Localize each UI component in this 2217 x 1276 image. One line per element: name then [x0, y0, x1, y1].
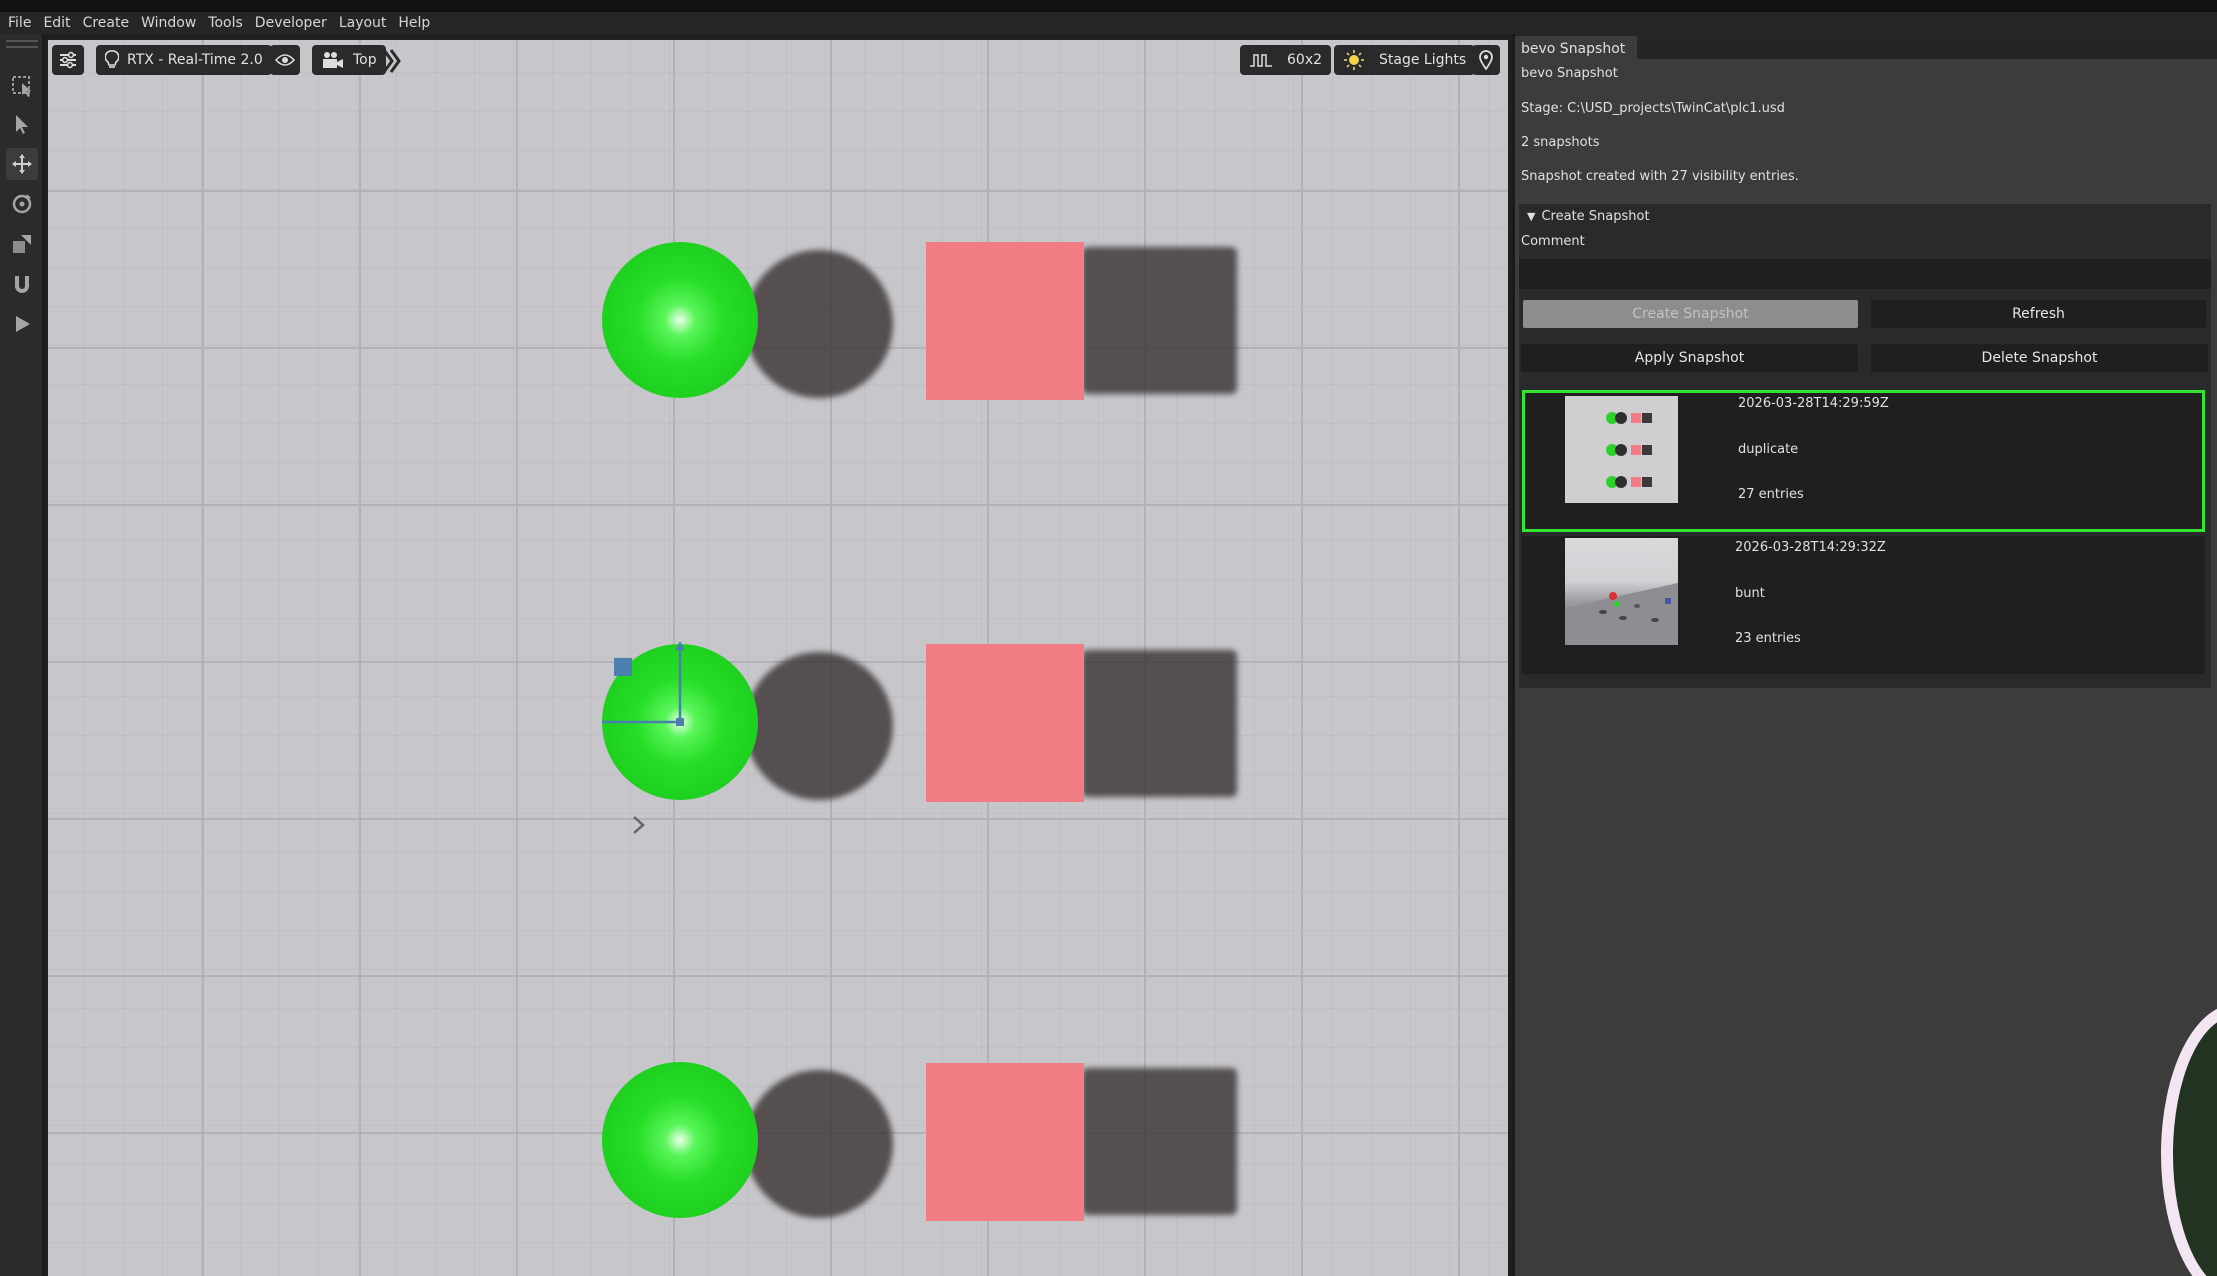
- snap-magnet-icon[interactable]: [6, 268, 38, 300]
- fps-label: 60x2: [1287, 52, 1323, 68]
- visibility-button[interactable]: [270, 45, 300, 75]
- triangle-down-icon: ▼: [1527, 210, 1536, 223]
- menu-help[interactable]: Help: [398, 15, 430, 31]
- tool-bar: [0, 34, 44, 1276]
- red-cube-3[interactable]: [926, 1063, 1084, 1221]
- lightbulb-icon: [105, 50, 119, 68]
- sliders-icon: [60, 51, 76, 69]
- snapshot-thumbnail-2: [1565, 538, 1678, 645]
- comment-label: Comment: [1521, 234, 1585, 249]
- create-snapshot-section: ▼ Create Snapshot Comment Create Snapshot…: [1519, 204, 2211, 688]
- create-snapshot-button[interactable]: Create Snapshot: [1523, 300, 1858, 328]
- renderer-button[interactable]: RTX - Real-Time 2.0: [96, 45, 272, 75]
- avatar: [2161, 1004, 2217, 1276]
- cube-shadow-3: [1082, 1068, 1237, 1215]
- menu-create[interactable]: Create: [83, 15, 130, 31]
- sphere-shadow-1: [745, 250, 893, 398]
- sphere-shadow-2: [745, 652, 893, 800]
- sun-icon: [1344, 50, 1364, 70]
- stage-path: Stage: C:\USD_projects\TwinCat\plc1.usd: [1521, 101, 1785, 116]
- viewport[interactable]: RTX - Real-Time 2.0 Top 60x2 Stage Light…: [48, 40, 1508, 1276]
- menu-window[interactable]: Window: [141, 15, 196, 31]
- status-message: Snapshot created with 27 visibility entr…: [1521, 169, 1799, 184]
- fps-display[interactable]: 60x2: [1240, 45, 1332, 75]
- cube-shadow-1: [1082, 247, 1237, 394]
- cube-shadow-2: [1082, 650, 1237, 797]
- snapshot-entries-1: 27 entries: [1738, 487, 1804, 502]
- play-icon[interactable]: [6, 308, 38, 340]
- section-title: Create Snapshot: [1541, 209, 1650, 224]
- camera-button[interactable]: Top: [312, 45, 386, 75]
- waveform-icon: [1250, 54, 1272, 67]
- sphere-shadow-3: [745, 1070, 893, 1218]
- snapshot-timestamp-1: 2026-03-28T14:29:59Z: [1738, 396, 1889, 411]
- menu-layout[interactable]: Layout: [339, 15, 387, 31]
- camera-label: Top: [353, 52, 377, 68]
- menu-bar: File Edit Create Window Tools Developer …: [0, 12, 2217, 34]
- snapshot-timestamp-2: 2026-03-28T14:29:32Z: [1735, 540, 1886, 555]
- snapshot-entries-2: 23 entries: [1735, 631, 1801, 646]
- menu-file[interactable]: File: [8, 15, 31, 31]
- move-tool-icon[interactable]: [6, 148, 38, 180]
- title-bar: [0, 0, 2217, 12]
- eye-icon: [275, 54, 295, 66]
- select-arrow-icon[interactable]: [6, 108, 38, 140]
- tab-bevo-snapshot[interactable]: bevo Snapshot: [1515, 36, 1637, 59]
- snapshot-comment-1: duplicate: [1738, 442, 1799, 457]
- snapshot-panel: bevo Snapshot bevo Snapshot Stage: C:\US…: [1512, 34, 2217, 1276]
- select-mode-icon[interactable]: [6, 68, 38, 100]
- snapshot-item-1[interactable]: 2026-03-28T14:29:59Z duplicate 27 entrie…: [1522, 390, 2205, 532]
- red-cube-2[interactable]: [926, 644, 1084, 802]
- location-button[interactable]: [1472, 45, 1500, 75]
- expand-toolbar-icon[interactable]: [382, 48, 402, 78]
- panel-tab-bar: bevo Snapshot: [1515, 34, 2217, 59]
- menu-developer[interactable]: Developer: [255, 15, 327, 31]
- lighting-label: Stage Lights: [1379, 52, 1467, 68]
- refresh-button[interactable]: Refresh: [1871, 300, 2206, 328]
- toolbar-grip: [6, 40, 38, 48]
- lighting-button[interactable]: Stage Lights: [1334, 45, 1476, 75]
- menu-tools[interactable]: Tools: [208, 15, 243, 31]
- renderer-label: RTX - Real-Time 2.0: [127, 52, 263, 68]
- viewport-cursor-icon: [628, 814, 648, 840]
- panel-heading: bevo Snapshot: [1521, 66, 1618, 81]
- move-gizmo[interactable]: [602, 642, 762, 776]
- rotate-tool-icon[interactable]: [6, 188, 38, 220]
- comment-field[interactable]: [1519, 259, 2211, 289]
- viewport-settings-button[interactable]: [52, 45, 84, 75]
- scale-tool-icon[interactable]: [6, 228, 38, 260]
- menu-edit[interactable]: Edit: [43, 15, 70, 31]
- green-sphere-1[interactable]: [602, 242, 758, 398]
- camera-icon: [323, 52, 343, 68]
- snapshot-comment-2: bunt: [1735, 586, 1765, 601]
- red-cube-1[interactable]: [926, 242, 1084, 400]
- snapshot-item-2[interactable]: 2026-03-28T14:29:32Z bunt 23 entries: [1522, 536, 2205, 674]
- green-sphere-3[interactable]: [602, 1062, 758, 1218]
- snapshot-thumbnail-1: [1565, 396, 1678, 503]
- delete-snapshot-button[interactable]: Delete Snapshot: [1871, 344, 2208, 372]
- section-header[interactable]: ▼ Create Snapshot: [1527, 209, 1650, 224]
- apply-snapshot-button[interactable]: Apply Snapshot: [1521, 344, 1858, 372]
- location-pin-icon: [1479, 50, 1493, 70]
- snapshot-count: 2 snapshots: [1521, 135, 1600, 150]
